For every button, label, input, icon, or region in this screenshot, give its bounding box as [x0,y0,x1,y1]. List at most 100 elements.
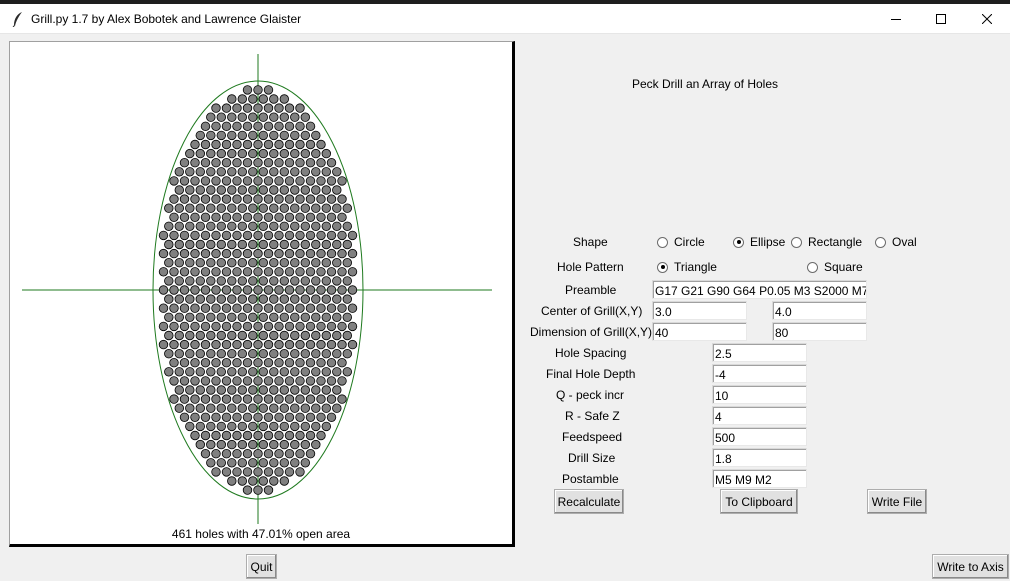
drill-hole [290,403,300,413]
drill-hole [158,230,169,241]
drill-hole [258,130,269,141]
final-depth-input[interactable] [712,364,807,383]
hole-pattern-label: Hole Pattern [557,260,624,274]
drill-hole [242,321,253,332]
drill-hole [232,176,242,186]
shape-oval-radio[interactable]: Oval [875,235,917,249]
drill-hole [263,121,274,132]
drill-hole [295,139,305,150]
drill-hole [227,458,237,468]
hole-spacing-input[interactable] [712,343,807,362]
drill-hole [216,130,227,141]
radio-indicator [807,261,818,273]
minimize-button[interactable] [873,4,919,33]
center-y-input[interactable] [772,301,867,320]
drill-hole [232,121,242,132]
drill-hole [227,221,237,232]
maximize-button[interactable] [918,4,964,33]
drill-hole [305,248,316,259]
drill-hole [347,285,358,295]
drill-hole [221,449,232,459]
shape-rectangle-radio[interactable]: Rectangle [791,235,862,249]
drill-hole [253,267,263,277]
to-clipboard-button[interactable]: To Clipboard [720,489,798,514]
drill-hole [300,458,311,468]
drill-hole [290,130,300,141]
postamble-input[interactable] [712,469,807,488]
pattern-square-radio[interactable]: Square [807,260,863,274]
drill-hole [227,148,237,159]
drill-hole [269,130,279,141]
drill-hole [332,167,342,177]
drill-hole [258,203,269,213]
drill-hole [300,257,311,268]
quit-button[interactable]: Quit [246,554,277,579]
drill-hole [263,212,274,223]
preamble-input[interactable] [652,280,867,299]
dimension-y-input[interactable] [772,322,867,341]
drill-hole [195,276,206,286]
drill-hole [290,421,300,432]
shape-ellipse-radio[interactable]: Ellipse [733,235,785,249]
drill-hole [300,130,311,141]
drill-hole [258,403,269,413]
drill-hole [242,485,253,495]
drill-hole [237,476,248,486]
drill-hole [185,239,195,250]
drill-hole [221,176,232,186]
drill-hole [211,339,221,350]
drill-hole [295,248,305,259]
drill-hole [295,467,305,477]
close-button[interactable] [964,4,1010,33]
drill-hole [311,312,321,323]
drill-hole [305,339,316,350]
drill-hole [295,303,305,313]
drill-hole [295,339,305,350]
drill-hole [242,212,253,223]
feedspeed-input[interactable] [712,427,807,446]
write-file-button[interactable]: Write File [867,489,927,514]
q-peck-input[interactable] [712,385,807,404]
drill-hole [221,303,232,313]
drill-hole [227,367,237,377]
r-safe-input[interactable] [712,406,807,425]
drill-hole [206,257,216,268]
drill-hole [332,203,342,213]
drill-hole [279,458,290,468]
drill-hole [263,176,274,186]
center-x-input[interactable] [652,301,747,320]
drill-hole [242,139,253,150]
drill-hole [253,103,263,113]
drill-hole [326,176,337,186]
drill-hole [227,476,237,486]
drill-hole [305,303,316,313]
drill-hole [237,239,248,250]
minimize-icon [891,18,901,20]
drill-hole [284,267,295,277]
write-to-axis-button[interactable]: Write to Axis [932,554,1009,579]
drill-hole [274,212,284,223]
recalculate-button[interactable]: Recalculate [554,489,624,514]
drill-hole [242,248,253,259]
drill-hole [227,130,237,141]
drill-hole [216,221,227,232]
close-icon [982,13,992,24]
drill-hole [195,294,206,304]
drill-hole [248,476,258,486]
drill-hole [295,430,305,441]
drill-hole [284,303,295,313]
drill-hole [253,176,263,186]
drill-hole [316,339,326,350]
drill-hole [305,176,316,186]
drill-hole [237,203,248,213]
drill-hole [216,439,227,450]
drill-hole [284,321,295,332]
drill-size-input[interactable] [712,448,807,467]
drill-hole [258,257,269,268]
drill-hole [311,330,321,341]
drill-hole [211,103,221,113]
shape-circle-radio[interactable]: Circle [657,235,705,249]
pattern-triangle-radio[interactable]: Triangle [657,260,717,274]
dimension-x-input[interactable] [652,322,747,341]
drill-hole [237,421,248,432]
